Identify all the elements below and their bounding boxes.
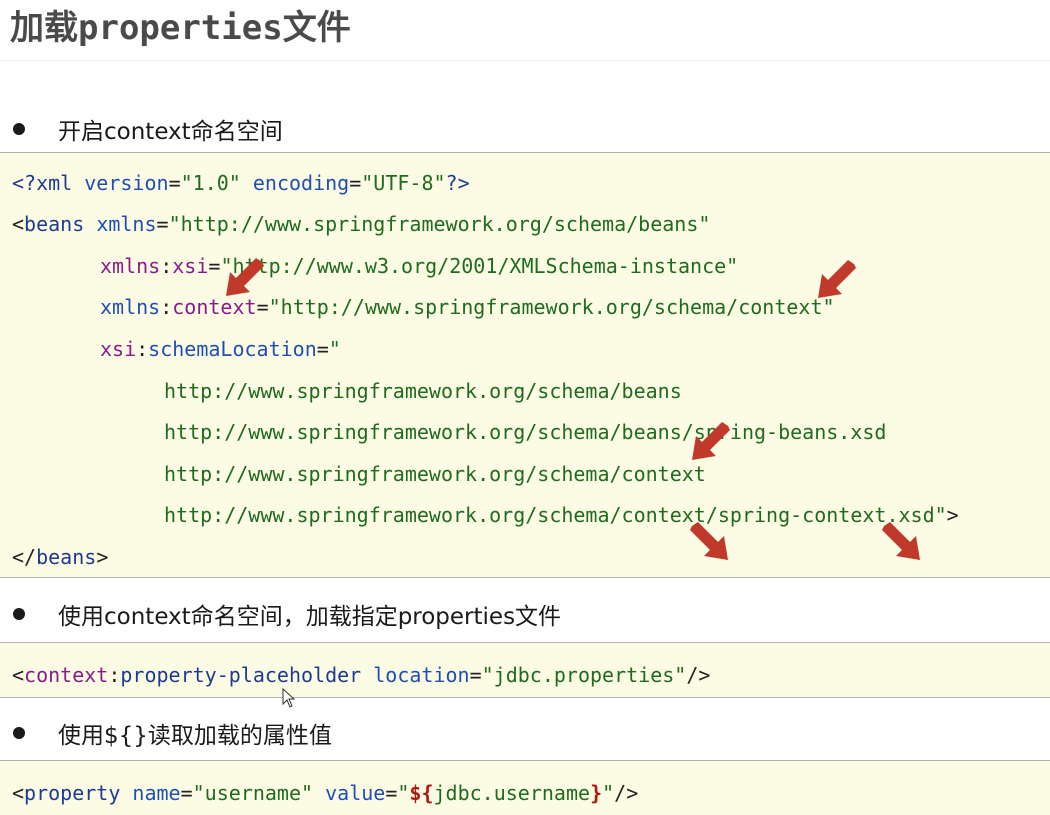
bullet-1-text: 开启context命名空间 [58, 119, 283, 145]
code-line-schema-context-xsd: http://www.springframework.org/schema/co… [164, 503, 959, 527]
mouse-cursor-icon [282, 688, 296, 708]
code-line-property-placeholder: <context:property-placeholder location="… [12, 663, 711, 687]
code-line-xmlns-xsi: xmlns:xsi="http://www.w3.org/2001/XMLSch… [100, 254, 739, 278]
bullet-dot [13, 727, 25, 739]
bullet-2: 使用context命名空间，加载指定properties文件 [13, 597, 561, 631]
red-arrow-icon [818, 260, 856, 298]
red-arrow-icon [226, 258, 264, 296]
red-arrow-icon [692, 422, 730, 460]
code-line-xml-declaration: <?xml version="1.0" encoding="UTF-8"?> [12, 171, 470, 195]
code-line-property-username: <property name="username" value="${jdbc.… [12, 781, 639, 805]
code-block-namespace: <?xml version="1.0" encoding="UTF-8"?> <… [0, 152, 1050, 578]
slide: 加载properties文件 开启context命名空间 <?xml versi… [0, 0, 1050, 815]
bullet-dot [13, 608, 25, 620]
code-line-schema-beans: http://www.springframework.org/schema/be… [164, 379, 682, 403]
bullet-2-text: 使用context命名空间，加载指定properties文件 [58, 604, 562, 630]
code-line-beans-open: <beans xmlns="http://www.springframework… [12, 212, 711, 236]
code-line-xmlns-context: xmlns:context="http://www.springframewor… [100, 295, 835, 319]
bullet-3-text: 使用${}读取加载的属性值 [58, 723, 332, 749]
code-line-schema-location: xsi:schemaLocation=" [100, 337, 341, 361]
bullet-3: 使用${}读取加载的属性值 [13, 716, 332, 750]
code-line-schema-beans-xsd: http://www.springframework.org/schema/be… [164, 420, 887, 444]
bullet-dot [13, 123, 25, 135]
code-block-property-usage: <property name="username" value="${jdbc.… [0, 760, 1050, 815]
code-block-property-placeholder: <context:property-placeholder location="… [0, 642, 1050, 698]
red-arrow-icon [882, 522, 920, 560]
bullet-1: 开启context命名空间 [13, 112, 283, 146]
red-arrow-icon [690, 522, 728, 560]
code-line-beans-close: </beans> [12, 545, 109, 569]
code-line-schema-context: http://www.springframework.org/schema/co… [164, 462, 706, 486]
page-title: 加载properties文件 [10, 8, 351, 48]
title-divider [0, 60, 1050, 61]
